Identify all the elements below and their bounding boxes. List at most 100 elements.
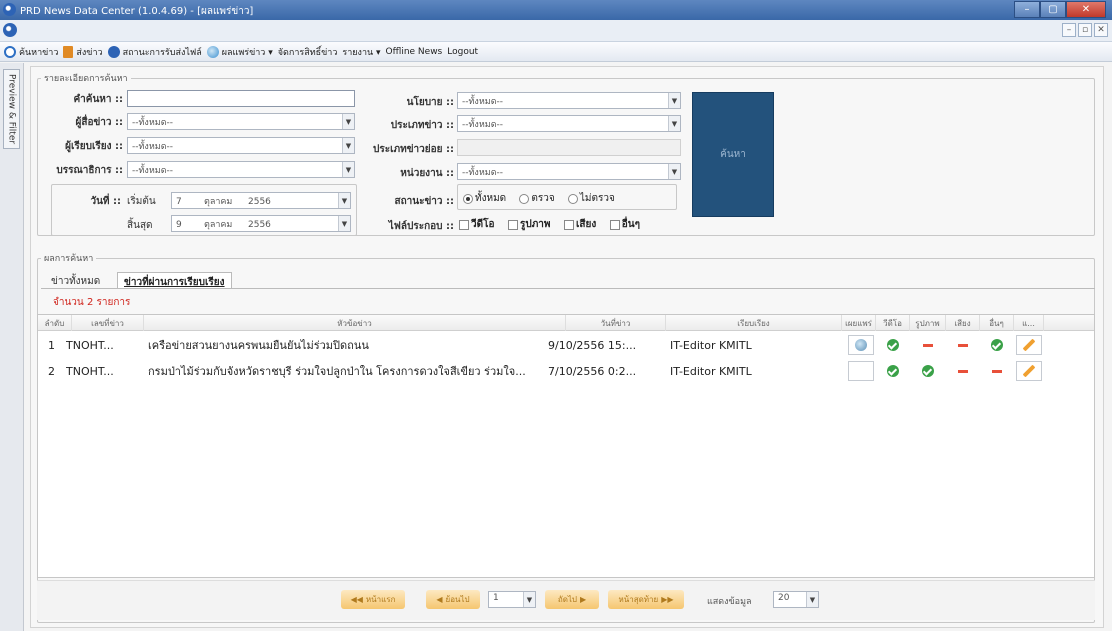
menu-transfer-status[interactable]: สถานะการรับส่งไฟล์ bbox=[107, 45, 202, 59]
header-news-id[interactable]: เลขที่ข่าว bbox=[72, 315, 144, 331]
maximize-button[interactable]: ▢ bbox=[1040, 1, 1066, 18]
attach-other-checkbox[interactable]: อื่นๆ bbox=[609, 217, 640, 232]
document-icon bbox=[63, 45, 74, 58]
next-page-button[interactable]: ถัดไป ▶ bbox=[545, 590, 599, 609]
row-no: 1 bbox=[48, 338, 55, 352]
start-date-picker[interactable]: 7 ตุลาคม 2556 ▼ bbox=[171, 192, 351, 209]
globe-icon bbox=[206, 45, 219, 58]
calendar-dropdown-icon[interactable]: ▼ bbox=[338, 193, 350, 208]
keyword-input[interactable] bbox=[127, 90, 355, 107]
attach-image-checkbox[interactable]: รูปภาพ bbox=[507, 217, 551, 232]
header-edit[interactable]: แ... bbox=[1014, 315, 1044, 331]
header-editor[interactable]: เรียบเรียง bbox=[666, 315, 842, 331]
row-audio bbox=[946, 359, 980, 383]
chevron-down-icon[interactable]: ▼ bbox=[342, 138, 354, 153]
mdi-app-icon[interactable] bbox=[3, 23, 17, 37]
reporter-label: ผู้สื่อข่าว :: bbox=[75, 117, 123, 128]
news-type-select[interactable]: --ทั้งหมด-- ▼ bbox=[457, 115, 681, 132]
chevron-down-icon[interactable]: ▼ bbox=[806, 592, 818, 607]
menu-logout[interactable]: Logout bbox=[447, 47, 478, 57]
dash-icon bbox=[923, 343, 933, 347]
double-left-arrow-icon: ◀◀ bbox=[350, 595, 363, 604]
end-date-label: สิ้นสุด bbox=[127, 220, 153, 231]
reporter-select[interactable]: --ทั้งหมด-- ▼ bbox=[127, 113, 355, 130]
header-video[interactable]: วีดีโอ bbox=[876, 315, 910, 331]
pagination-bar: ◀◀ หน้าแรก ◀ ย้อนไป 1 ▼ ถัดไป ▶ หน้าสุดท้าย ▶… bbox=[37, 580, 1095, 620]
mdi-close-button[interactable]: ✕ bbox=[1094, 23, 1108, 37]
row-news-id: TNOHT... bbox=[66, 338, 114, 352]
header-no[interactable]: ลำดับ bbox=[38, 315, 72, 331]
left-arrow-icon: ◀ bbox=[436, 595, 443, 604]
chevron-down-icon[interactable]: ▼ bbox=[668, 164, 680, 179]
right-arrow-icon: ▶ bbox=[579, 595, 587, 604]
menu-news-rights[interactable]: จัดการสิทธิ์ข่าว bbox=[278, 45, 338, 59]
menu-offline-news[interactable]: Offline News bbox=[386, 47, 443, 57]
writer-select[interactable]: --ทั้งหมด-- ▼ bbox=[127, 137, 355, 154]
attach-audio-checkbox[interactable]: เสียง bbox=[564, 217, 596, 232]
chevron-down-icon[interactable]: ▼ bbox=[342, 162, 354, 177]
header-audio[interactable]: เสียง bbox=[946, 315, 980, 331]
last-page-button[interactable]: หน้าสุดท้าย ▶▶ bbox=[608, 590, 684, 609]
status-unchecked-radio[interactable]: ไม่ตรวจ bbox=[567, 191, 615, 206]
minimize-button[interactable]: – bbox=[1014, 1, 1040, 18]
row-audio bbox=[946, 333, 980, 357]
mdi-restore-button[interactable]: ▫ bbox=[1078, 23, 1092, 37]
editor-select[interactable]: --ทั้งหมด-- ▼ bbox=[127, 161, 355, 178]
attach-video-checkbox[interactable]: วีดีโอ bbox=[459, 217, 495, 232]
header-image[interactable]: รูปภาพ bbox=[910, 315, 946, 331]
row-edit[interactable] bbox=[1014, 333, 1044, 357]
row-publish[interactable] bbox=[844, 359, 878, 383]
app-logo-icon bbox=[3, 3, 16, 16]
header-publish[interactable]: เผยแพร่ bbox=[842, 315, 876, 331]
close-button[interactable]: ✕ bbox=[1066, 1, 1106, 18]
agency-select[interactable]: --ทั้งหมด-- ▼ bbox=[457, 163, 681, 180]
chevron-down-icon[interactable]: ▼ bbox=[523, 592, 535, 607]
chevron-down-icon[interactable]: ▼ bbox=[342, 114, 354, 129]
chevron-down-icon[interactable]: ▼ bbox=[668, 93, 680, 108]
menu-publish-result[interactable]: ผลแพร่ข่าว ▾ bbox=[206, 45, 273, 59]
table-row[interactable]: 2 TNOHT... กรมป่าไม้ร่วมกับจังหวัดราชบุร… bbox=[38, 359, 1094, 383]
status-checked-radio[interactable]: ตรวจ bbox=[519, 191, 555, 206]
tab-underline bbox=[41, 288, 1095, 289]
page-size-label: แสดงข้อมูล bbox=[707, 597, 752, 607]
header-other[interactable]: อื่นๆ bbox=[980, 315, 1014, 331]
prev-page-button[interactable]: ◀ ย้อนไป bbox=[426, 590, 480, 609]
chevron-down-icon[interactable]: ▼ bbox=[668, 116, 680, 131]
header-headline[interactable]: หัวข้อข่าว bbox=[144, 315, 566, 331]
calendar-dropdown-icon[interactable]: ▼ bbox=[338, 216, 350, 231]
tab-edited-news[interactable]: ข่าวที่ผ่านการเรียบเรียง bbox=[117, 272, 232, 289]
first-page-button[interactable]: ◀◀ หน้าแรก bbox=[341, 590, 405, 609]
mdi-strip: – ▫ ✕ bbox=[0, 20, 1112, 42]
row-editor: IT-Editor KMITL bbox=[670, 338, 752, 352]
menu-search-news[interactable]: ค้นหาข่าว bbox=[4, 45, 58, 59]
menu-reports[interactable]: รายงาน ▾ bbox=[342, 45, 380, 59]
preview-filter-tab[interactable]: Preview & Filter bbox=[3, 69, 20, 149]
window-controls: – ▢ ✕ bbox=[1014, 1, 1106, 18]
title-bar[interactable]: PRD News Data Center (1.0.4.69) - [ผลแพร… bbox=[0, 0, 1112, 20]
end-date-picker[interactable]: 9 ตุลาคม 2556 ▼ bbox=[171, 215, 351, 232]
tab-all-news[interactable]: ข่าวทั้งหมด bbox=[45, 272, 106, 289]
news-subtype-select[interactable] bbox=[457, 139, 681, 156]
menu-send-news[interactable]: ส่งข่าว bbox=[63, 45, 103, 59]
agency-label: หน่วยงาน :: bbox=[400, 168, 454, 179]
info-icon bbox=[107, 45, 120, 58]
policy-select[interactable]: --ทั้งหมด-- ▼ bbox=[457, 92, 681, 109]
page-size-select[interactable]: 20 ▼ bbox=[773, 591, 819, 608]
status-radio-group: ทั้งหมด ตรวจ ไม่ตรวจ bbox=[463, 191, 625, 207]
table-row[interactable]: 1 TNOHT... เครือข่ายสวนยางนครพนมยืนยันไม… bbox=[38, 333, 1094, 357]
attachment-label: ไฟล์ประกอบ :: bbox=[388, 221, 454, 232]
mdi-minimize-button[interactable]: – bbox=[1062, 23, 1076, 37]
row-edit[interactable] bbox=[1014, 359, 1044, 383]
mdi-controls: – ▫ ✕ bbox=[1062, 23, 1108, 37]
editor-label: บรรณาธิการ :: bbox=[56, 165, 123, 176]
row-publish[interactable] bbox=[844, 333, 878, 357]
row-date: 9/10/2556 15:... bbox=[548, 338, 637, 352]
search-button[interactable]: ค้นหา bbox=[692, 92, 774, 217]
side-pane: Preview & Filter bbox=[0, 63, 24, 631]
header-date[interactable]: วันที่ข่าว bbox=[566, 315, 666, 331]
status-all-radio[interactable]: ทั้งหมด bbox=[463, 191, 506, 206]
check-icon bbox=[887, 365, 899, 377]
row-editor: IT-Editor KMITL bbox=[670, 364, 752, 378]
page-select[interactable]: 1 ▼ bbox=[488, 591, 536, 608]
row-other bbox=[980, 359, 1014, 383]
